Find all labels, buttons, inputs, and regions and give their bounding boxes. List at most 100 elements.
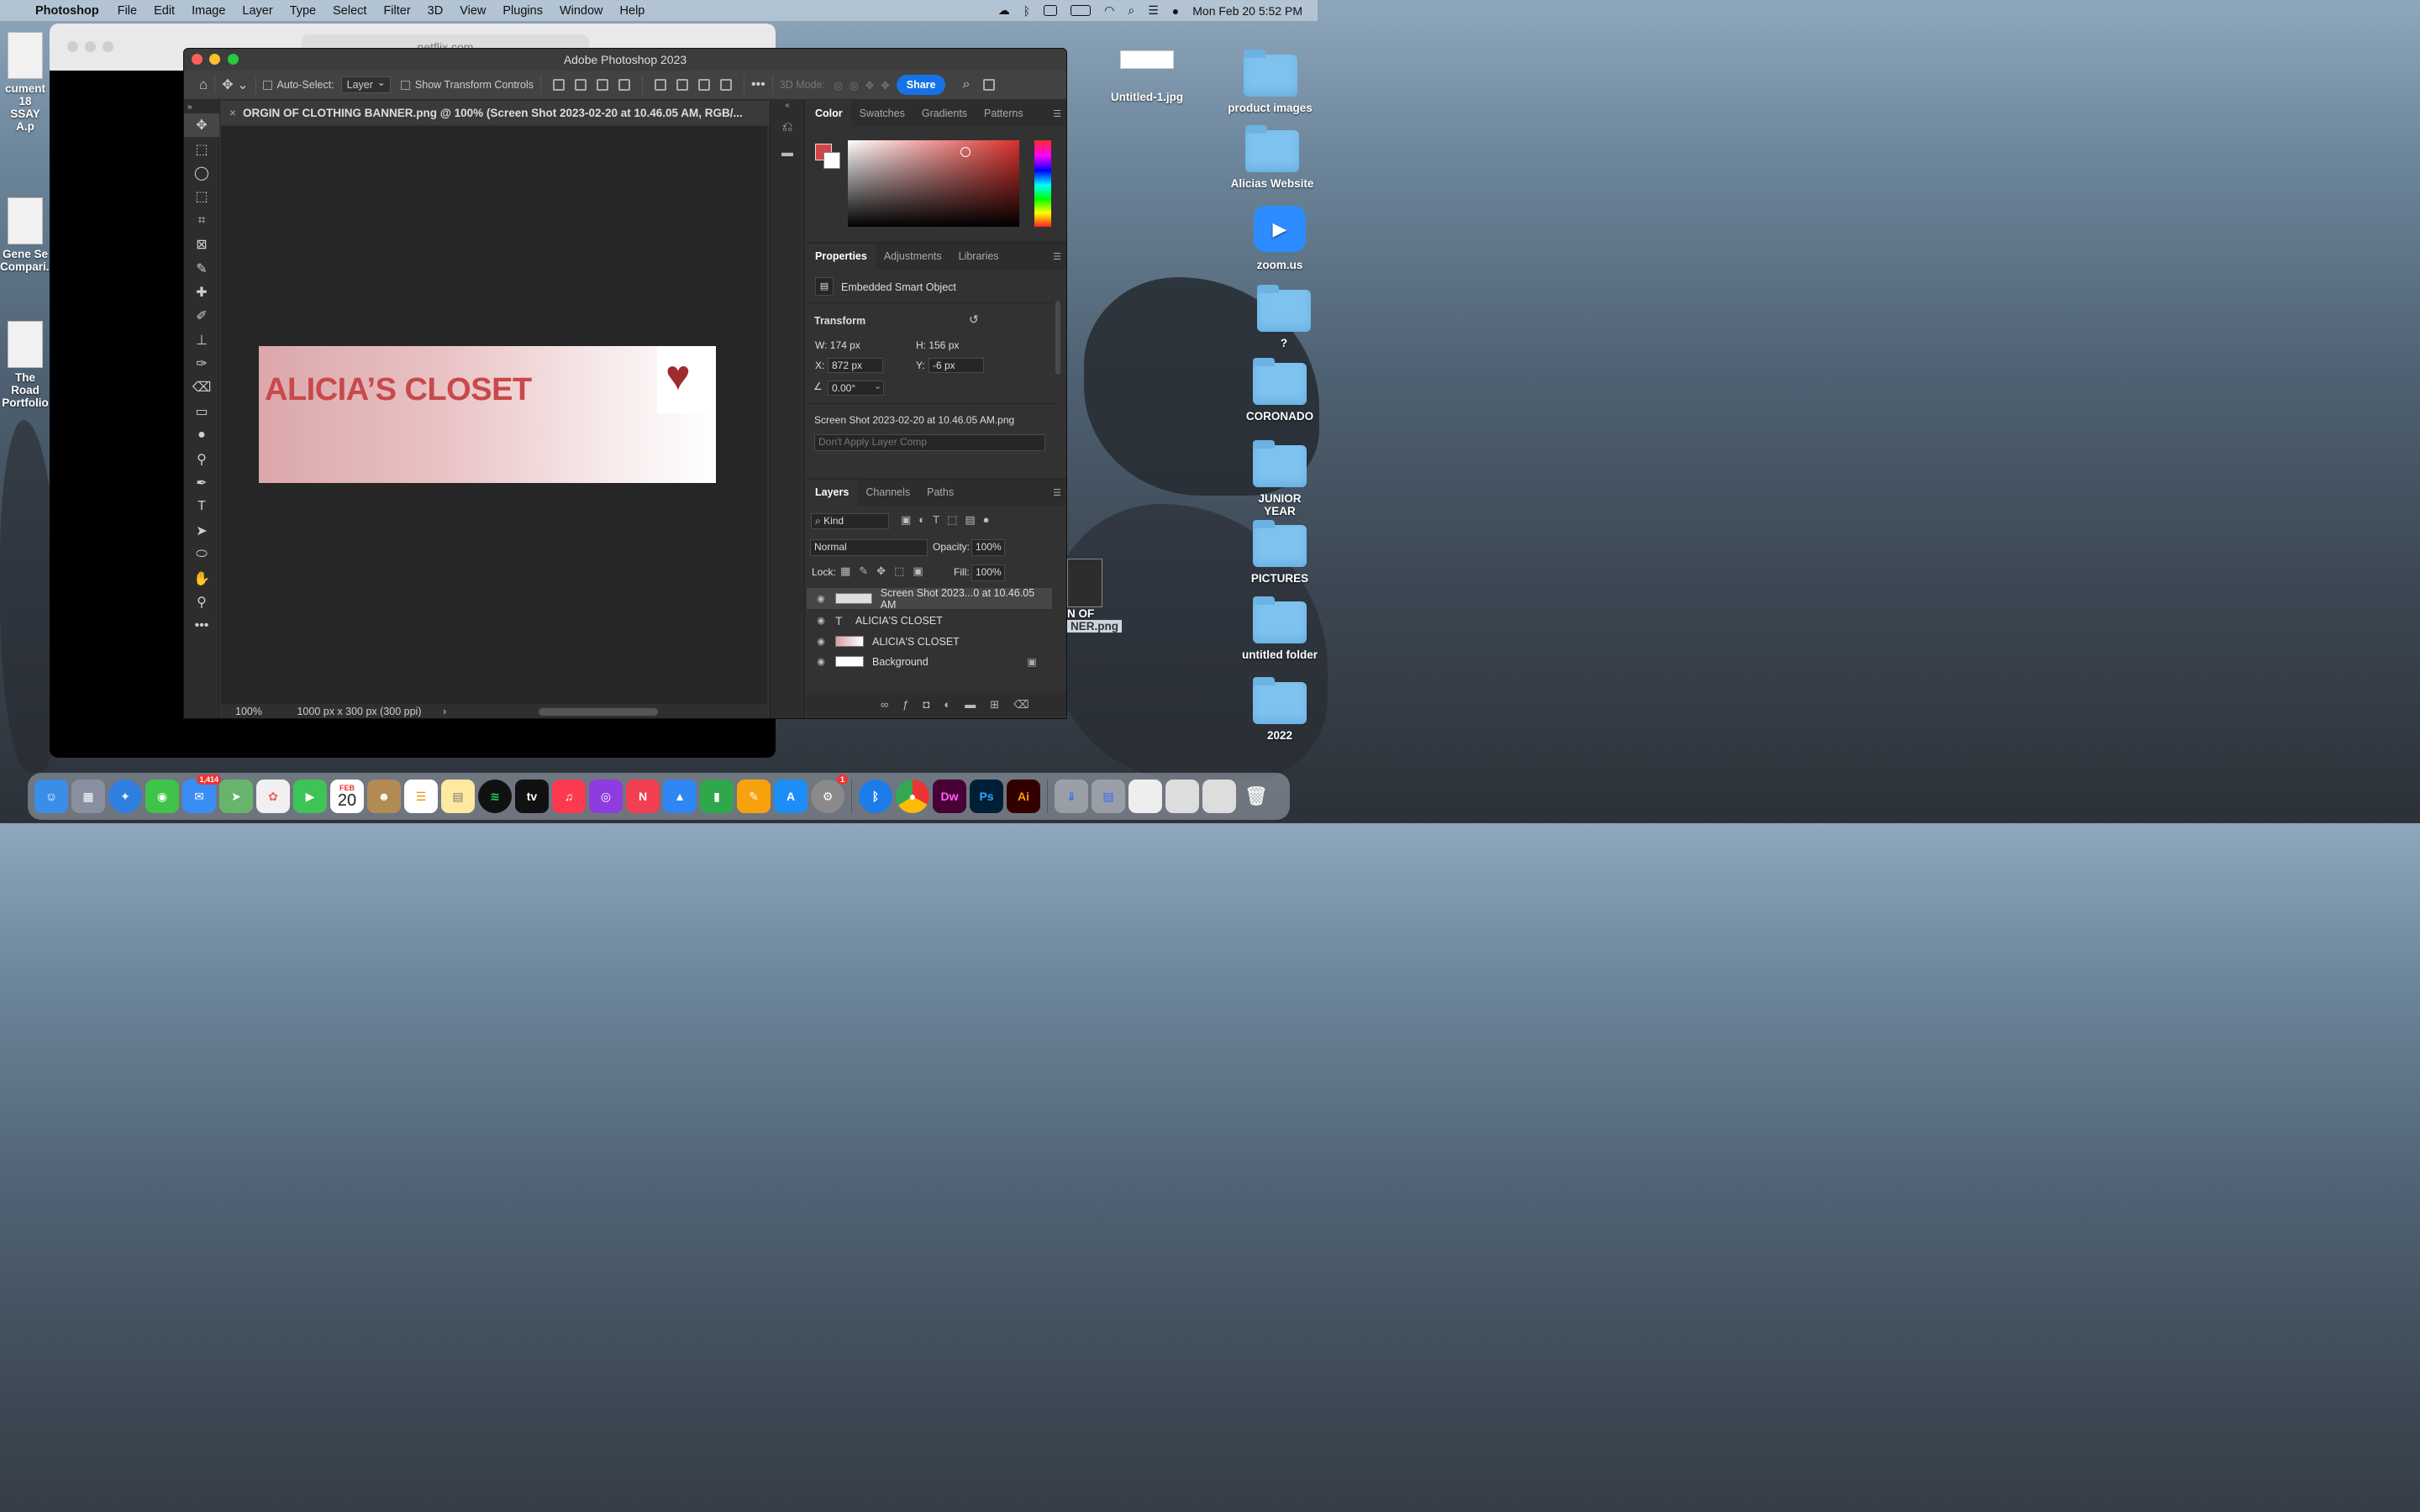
photoshop-icon[interactable]: Ps xyxy=(970,780,1003,813)
creative-cloud-icon[interactable]: ☁ xyxy=(998,3,1010,18)
layer-comp-select[interactable]: Don't Apply Layer Comp xyxy=(814,434,1045,451)
close-document-icon[interactable]: × xyxy=(229,101,236,125)
eraser-tool-icon[interactable]: ⌫ xyxy=(184,375,219,399)
news-icon[interactable]: N xyxy=(626,780,660,813)
launchpad-icon[interactable]: ▦ xyxy=(71,780,105,813)
collapse-panels-icon[interactable]: « xyxy=(771,101,804,110)
layer-filter-icons[interactable]: ▣◐T⬚▤● xyxy=(901,513,997,527)
mail-icon[interactable]: ✉ 1,414 xyxy=(182,774,221,813)
chrome-icon[interactable]: ● xyxy=(896,780,929,813)
align-middle-icon[interactable] xyxy=(676,79,688,91)
x-position-field[interactable]: 872 px xyxy=(828,358,883,373)
frame-tool-icon[interactable]: ⊠ xyxy=(184,233,219,256)
align-center-icon[interactable] xyxy=(574,79,587,91)
illustrator-icon[interactable]: Ai xyxy=(1007,780,1040,813)
bluetooth-icon[interactable]: ᛒ xyxy=(1023,4,1030,18)
music-icon[interactable]: ♫ xyxy=(552,780,586,813)
tab-libraries[interactable]: Libraries xyxy=(950,244,1007,270)
fill-field[interactable]: 100% xyxy=(971,564,1005,581)
menu-file[interactable]: File xyxy=(118,4,137,18)
object-selection-tool-icon[interactable]: ⬚ xyxy=(184,185,219,208)
desktop-folder-pictures[interactable]: PICTURES xyxy=(1242,520,1318,585)
trash-icon[interactable]: 🗑 xyxy=(1239,780,1273,813)
y-position-field[interactable]: -6 px xyxy=(929,358,984,373)
photos-icon[interactable]: ✿ xyxy=(256,780,290,813)
desktop-item-essay[interactable]: cument 18 SSAY A.p xyxy=(0,32,50,133)
document-tab[interactable]: × ORGIN OF CLOTHING BANNER.png @ 100% (S… xyxy=(221,101,771,125)
tab-properties[interactable]: Properties xyxy=(807,244,876,270)
close-button[interactable] xyxy=(192,54,203,65)
auto-select-dropdown[interactable]: Layer xyxy=(340,76,391,93)
align-right-icon[interactable] xyxy=(596,79,608,91)
messages-icon[interactable]: ◉ xyxy=(145,780,179,813)
siri-icon[interactable]: ● xyxy=(1172,4,1179,18)
eyedropper-tool-icon[interactable]: ✎ xyxy=(184,256,219,280)
lock-icon[interactable]: ▣ xyxy=(1027,655,1037,668)
desktop-folder-alicias-website[interactable]: Alicias Website xyxy=(1227,125,1318,190)
type-tool-icon[interactable]: T xyxy=(184,495,219,518)
tab-color[interactable]: Color xyxy=(807,101,851,127)
opacity-field[interactable]: 100% xyxy=(971,539,1005,556)
hue-slider[interactable] xyxy=(1034,140,1051,227)
safari-icon[interactable]: ✦ xyxy=(108,780,142,813)
comments-icon[interactable]: ▬ xyxy=(771,145,804,159)
color-background-swatch[interactable] xyxy=(823,152,840,169)
auto-select-checkbox[interactable] xyxy=(262,80,272,90)
desktop-item-gene[interactable]: Gene Se Compari... xyxy=(0,197,55,273)
layer-row[interactable]: ◉ T ALICIA'S CLOSET xyxy=(807,610,1052,631)
home-icon[interactable]: ⌂ xyxy=(199,76,208,93)
desktop-folder-untitled[interactable]: untitled folder xyxy=(1242,596,1318,661)
tab-adjustments[interactable]: Adjustments xyxy=(876,244,950,270)
layers-footer-icons[interactable]: ∞ƒ◘◐▬⊞⌫ xyxy=(807,693,1066,717)
share-button[interactable]: Share xyxy=(896,75,946,95)
numbers-icon[interactable]: ▮ xyxy=(700,780,734,813)
menu-select[interactable]: Select xyxy=(333,4,366,18)
menu-edit[interactable]: Edit xyxy=(154,4,175,18)
blur-tool-icon[interactable]: ● xyxy=(184,423,219,447)
pen-tool-icon[interactable]: ✒ xyxy=(184,471,219,495)
facetime-icon[interactable]: ▶ xyxy=(293,780,327,813)
menu-view[interactable]: View xyxy=(460,4,486,18)
minimize-button[interactable] xyxy=(209,54,220,65)
folder-stack-icon[interactable]: ▤ xyxy=(1092,780,1125,813)
calendar-icon[interactable]: FEB 20 xyxy=(330,780,364,813)
panel-menu-icon[interactable]: ☰ xyxy=(1053,108,1061,119)
zoom-tool-icon[interactable]: ⚲ xyxy=(184,591,219,614)
canvas-area[interactable]: ALICIA’S CLOSET ♥ xyxy=(221,126,801,704)
battery-icon[interactable] xyxy=(1071,5,1092,16)
desktop-item-road[interactable]: The Road Portfolio xyxy=(0,321,50,409)
control-center-icon[interactable]: ☰ xyxy=(1148,3,1159,18)
color-picker-handle[interactable] xyxy=(960,147,971,157)
finder-icon[interactable]: ☺ xyxy=(34,780,68,813)
ellipse-tool-icon[interactable]: ⬭ xyxy=(184,543,219,566)
wifi-icon[interactable]: ◠ xyxy=(1104,3,1114,18)
move-tool-icon[interactable]: ✥ ⌄ xyxy=(222,76,248,93)
menubar-clock[interactable]: Mon Feb 20 5:52 PM xyxy=(1192,4,1302,18)
banner-artwork[interactable]: ALICIA’S CLOSET ♥ xyxy=(259,346,716,483)
tab-channels[interactable]: Channels xyxy=(857,480,918,506)
desktop-app-zoom[interactable]: ▶ zoom.us xyxy=(1242,206,1318,271)
desktop-item-banner-png[interactable]: N OF NER.png xyxy=(1060,559,1122,633)
menu-layer[interactable]: Layer xyxy=(242,4,272,18)
healing-brush-tool-icon[interactable]: ✚ xyxy=(184,281,219,304)
layer-row[interactable]: ◉ Screen Shot 2023...0 at 10.46.05 AM xyxy=(807,587,1052,611)
tab-swatches[interactable]: Swatches xyxy=(851,101,913,127)
gradient-tool-icon[interactable]: ▭ xyxy=(184,400,219,423)
menu-image[interactable]: Image xyxy=(192,4,225,18)
layer-filter-kind[interactable]: ⌕ Kind xyxy=(811,513,889,529)
reminders-icon[interactable]: ☰ xyxy=(404,780,438,813)
properties-scrollbar[interactable] xyxy=(1055,301,1060,375)
pages-icon[interactable]: ✎ xyxy=(737,780,771,813)
desktop-folder-2022[interactable]: 2022 xyxy=(1242,677,1318,742)
panel-menu-icon[interactable]: ☰ xyxy=(1053,487,1061,498)
search-icon[interactable]: ⌕ xyxy=(962,77,970,92)
chevron-right-icon[interactable]: › xyxy=(443,706,446,717)
tab-patterns[interactable]: Patterns xyxy=(976,101,1032,127)
brush-tool-icon[interactable]: ✐ xyxy=(184,304,219,328)
more-options-icon[interactable]: ••• xyxy=(751,77,765,92)
desktop-folder-product-images[interactable]: product images xyxy=(1223,50,1318,114)
contacts-icon[interactable]: ☻ xyxy=(367,780,401,813)
zoom-button[interactable] xyxy=(228,54,239,65)
move-tool-icon[interactable]: ✥ xyxy=(184,113,219,138)
eye-icon[interactable]: ◉ xyxy=(807,593,835,604)
